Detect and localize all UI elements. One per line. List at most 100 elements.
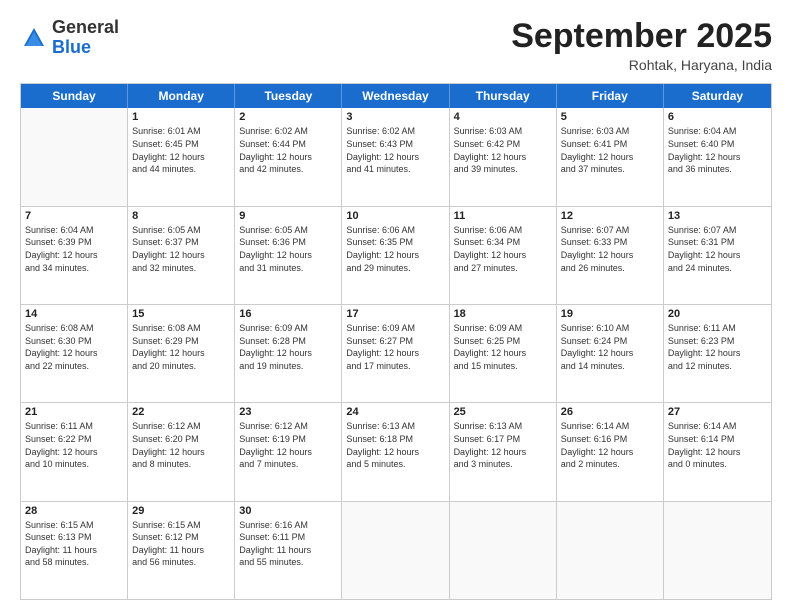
- day-detail: Sunrise: 6:12 AM Sunset: 6:20 PM Dayligh…: [132, 420, 230, 470]
- calendar-header: SundayMondayTuesdayWednesdayThursdayFrid…: [21, 84, 771, 108]
- cal-cell: 7 Sunrise: 6:04 AM Sunset: 6:39 PM Daylig…: [21, 207, 128, 304]
- cal-cell: [450, 502, 557, 599]
- day-detail: Sunrise: 6:14 AM Sunset: 6:16 PM Dayligh…: [561, 420, 659, 470]
- day-number: 12: [561, 210, 659, 222]
- day-number: 27: [668, 406, 767, 418]
- day-detail: Sunrise: 6:14 AM Sunset: 6:14 PM Dayligh…: [668, 420, 767, 470]
- day-number: 4: [454, 111, 552, 123]
- day-number: 29: [132, 505, 230, 517]
- cal-cell: 18 Sunrise: 6:09 AM Sunset: 6:25 PM Dayli…: [450, 305, 557, 402]
- day-number: 5: [561, 111, 659, 123]
- calendar-body: 1Sunrise: 6:01 AM Sunset: 6:45 PM Daylig…: [21, 108, 771, 599]
- day-number: 16: [239, 308, 337, 320]
- day-number: 18: [454, 308, 552, 320]
- month-title: September 2025: [511, 18, 772, 55]
- cal-row-1: 7 Sunrise: 6:04 AM Sunset: 6:39 PM Daylig…: [21, 207, 771, 305]
- cal-cell: 12 Sunrise: 6:07 AM Sunset: 6:33 PM Dayli…: [557, 207, 664, 304]
- header-day-sunday: Sunday: [21, 84, 128, 108]
- cal-cell: 8 Sunrise: 6:05 AM Sunset: 6:37 PM Daylig…: [128, 207, 235, 304]
- day-detail: Sunrise: 6:08 AM Sunset: 6:30 PM Dayligh…: [25, 322, 123, 372]
- cal-cell: 21 Sunrise: 6:11 AM Sunset: 6:22 PM Dayli…: [21, 403, 128, 500]
- day-detail: Sunrise: 6:08 AM Sunset: 6:29 PM Dayligh…: [132, 322, 230, 372]
- day-number: 9: [239, 210, 337, 222]
- day-number: 17: [346, 308, 444, 320]
- cal-row-2: 14 Sunrise: 6:08 AM Sunset: 6:30 PM Dayli…: [21, 305, 771, 403]
- header-day-monday: Monday: [128, 84, 235, 108]
- day-number: 7: [25, 210, 123, 222]
- day-detail: Sunrise: 6:06 AM Sunset: 6:34 PM Dayligh…: [454, 224, 552, 274]
- day-number: 26: [561, 406, 659, 418]
- day-detail: Sunrise: 6:07 AM Sunset: 6:33 PM Dayligh…: [561, 224, 659, 274]
- day-number: 11: [454, 210, 552, 222]
- day-number: 22: [132, 406, 230, 418]
- header: General Blue September 2025 Rohtak, Hary…: [20, 18, 772, 73]
- header-day-wednesday: Wednesday: [342, 84, 449, 108]
- cal-cell: 25Sunrise: 6:13 AM Sunset: 6:17 PM Dayli…: [450, 403, 557, 500]
- day-detail: Sunrise: 6:07 AM Sunset: 6:31 PM Dayligh…: [668, 224, 767, 274]
- title-block: September 2025 Rohtak, Haryana, India: [511, 18, 772, 73]
- logo-text: General Blue: [52, 18, 119, 58]
- day-number: 21: [25, 406, 123, 418]
- day-detail: Sunrise: 6:11 AM Sunset: 6:23 PM Dayligh…: [668, 322, 767, 372]
- day-detail: Sunrise: 6:15 AM Sunset: 6:12 PM Dayligh…: [132, 519, 230, 569]
- cal-cell: 20 Sunrise: 6:11 AM Sunset: 6:23 PM Dayli…: [664, 305, 771, 402]
- calendar: SundayMondayTuesdayWednesdayThursdayFrid…: [20, 83, 772, 600]
- day-detail: Sunrise: 6:13 AM Sunset: 6:18 PM Dayligh…: [346, 420, 444, 470]
- day-detail: Sunrise: 6:03 AM Sunset: 6:42 PM Dayligh…: [454, 125, 552, 175]
- cal-row-4: 28 Sunrise: 6:15 AM Sunset: 6:13 PM Dayli…: [21, 502, 771, 599]
- day-detail: Sunrise: 6:01 AM Sunset: 6:45 PM Dayligh…: [132, 125, 230, 175]
- logo-icon: [20, 24, 48, 52]
- cal-cell: 11 Sunrise: 6:06 AM Sunset: 6:34 PM Dayli…: [450, 207, 557, 304]
- cal-cell: 14 Sunrise: 6:08 AM Sunset: 6:30 PM Dayli…: [21, 305, 128, 402]
- day-number: 14: [25, 308, 123, 320]
- day-detail: Sunrise: 6:02 AM Sunset: 6:43 PM Dayligh…: [346, 125, 444, 175]
- day-detail: Sunrise: 6:09 AM Sunset: 6:25 PM Dayligh…: [454, 322, 552, 372]
- day-detail: Sunrise: 6:15 AM Sunset: 6:13 PM Dayligh…: [25, 519, 123, 569]
- day-number: 28: [25, 505, 123, 517]
- cal-cell: 23Sunrise: 6:12 AM Sunset: 6:19 PM Dayli…: [235, 403, 342, 500]
- cal-cell: 13 Sunrise: 6:07 AM Sunset: 6:31 PM Dayli…: [664, 207, 771, 304]
- cal-cell: 3 Sunrise: 6:02 AM Sunset: 6:43 PM Daylig…: [342, 108, 449, 205]
- cal-cell: 29 Sunrise: 6:15 AM Sunset: 6:12 PM Dayli…: [128, 502, 235, 599]
- day-number: 10: [346, 210, 444, 222]
- day-detail: Sunrise: 6:11 AM Sunset: 6:22 PM Dayligh…: [25, 420, 123, 470]
- cal-cell: [557, 502, 664, 599]
- day-number: 8: [132, 210, 230, 222]
- cal-cell: 2Sunrise: 6:02 AM Sunset: 6:44 PM Daylig…: [235, 108, 342, 205]
- day-detail: Sunrise: 6:09 AM Sunset: 6:28 PM Dayligh…: [239, 322, 337, 372]
- day-detail: Sunrise: 6:04 AM Sunset: 6:40 PM Dayligh…: [668, 125, 767, 175]
- cal-cell: 1Sunrise: 6:01 AM Sunset: 6:45 PM Daylig…: [128, 108, 235, 205]
- cal-cell: 24 Sunrise: 6:13 AM Sunset: 6:18 PM Dayli…: [342, 403, 449, 500]
- day-number: 19: [561, 308, 659, 320]
- day-detail: Sunrise: 6:04 AM Sunset: 6:39 PM Dayligh…: [25, 224, 123, 274]
- logo: General Blue: [20, 18, 119, 58]
- header-day-friday: Friday: [557, 84, 664, 108]
- day-detail: Sunrise: 6:05 AM Sunset: 6:37 PM Dayligh…: [132, 224, 230, 274]
- cal-cell: 9 Sunrise: 6:05 AM Sunset: 6:36 PM Daylig…: [235, 207, 342, 304]
- day-detail: Sunrise: 6:05 AM Sunset: 6:36 PM Dayligh…: [239, 224, 337, 274]
- cal-cell: [342, 502, 449, 599]
- day-number: 20: [668, 308, 767, 320]
- cal-cell: 30Sunrise: 6:16 AM Sunset: 6:11 PM Dayli…: [235, 502, 342, 599]
- cal-cell: 16 Sunrise: 6:09 AM Sunset: 6:28 PM Dayli…: [235, 305, 342, 402]
- cal-cell: 6Sunrise: 6:04 AM Sunset: 6:40 PM Daylig…: [664, 108, 771, 205]
- location: Rohtak, Haryana, India: [511, 57, 772, 73]
- cal-row-3: 21 Sunrise: 6:11 AM Sunset: 6:22 PM Dayli…: [21, 403, 771, 501]
- header-day-tuesday: Tuesday: [235, 84, 342, 108]
- day-number: 24: [346, 406, 444, 418]
- cal-cell: 4 Sunrise: 6:03 AM Sunset: 6:42 PM Daylig…: [450, 108, 557, 205]
- day-number: 3: [346, 111, 444, 123]
- cal-cell: 15Sunrise: 6:08 AM Sunset: 6:29 PM Dayli…: [128, 305, 235, 402]
- day-detail: Sunrise: 6:10 AM Sunset: 6:24 PM Dayligh…: [561, 322, 659, 372]
- day-detail: Sunrise: 6:13 AM Sunset: 6:17 PM Dayligh…: [454, 420, 552, 470]
- day-number: 13: [668, 210, 767, 222]
- cal-row-0: 1Sunrise: 6:01 AM Sunset: 6:45 PM Daylig…: [21, 108, 771, 206]
- cal-cell: 26 Sunrise: 6:14 AM Sunset: 6:16 PM Dayli…: [557, 403, 664, 500]
- cal-cell: 27 Sunrise: 6:14 AM Sunset: 6:14 PM Dayli…: [664, 403, 771, 500]
- logo-blue: Blue: [52, 37, 91, 57]
- cal-cell: [21, 108, 128, 205]
- day-number: 23: [239, 406, 337, 418]
- cal-cell: 10Sunrise: 6:06 AM Sunset: 6:35 PM Dayli…: [342, 207, 449, 304]
- logo-general: General: [52, 17, 119, 37]
- day-detail: Sunrise: 6:16 AM Sunset: 6:11 PM Dayligh…: [239, 519, 337, 569]
